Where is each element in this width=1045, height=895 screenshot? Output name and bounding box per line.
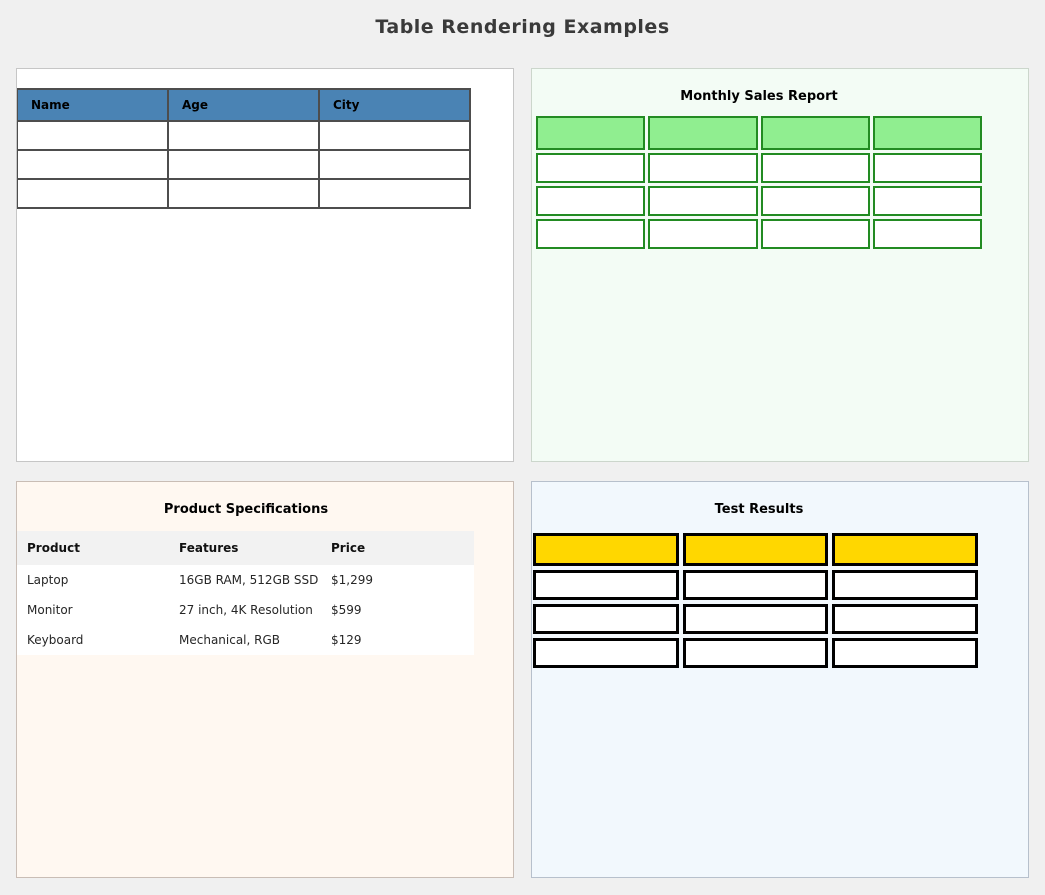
table-cell [832, 604, 978, 634]
table-row: Keyboard Mechanical, RGB $129 [16, 625, 474, 655]
table-cell [761, 219, 870, 249]
table-cell [683, 570, 829, 600]
sales-report-title: Monthly Sales Report [533, 89, 985, 104]
column-header-age: Age [168, 89, 319, 121]
column-header-price: Price [320, 531, 474, 565]
product-features-cell: 16GB RAM, 512GB SSD [168, 565, 320, 595]
panel-test-results: Test Results [531, 481, 1029, 878]
header-cell [832, 533, 978, 566]
table-row [536, 219, 982, 249]
product-name-cell: Keyboard [16, 625, 168, 655]
table-cell [832, 638, 978, 668]
basic-table: Name Age City [16, 88, 471, 209]
table-cell [683, 604, 829, 634]
table-cell [536, 219, 645, 249]
product-name-cell: Laptop [16, 565, 168, 595]
table-header-row: Name Age City [17, 89, 470, 121]
column-header-features: Features [168, 531, 320, 565]
table-header-row [533, 533, 978, 566]
table-cell [832, 570, 978, 600]
table-cell [533, 604, 679, 634]
table-row [533, 570, 978, 600]
table-cell [761, 153, 870, 183]
table-row [536, 153, 982, 183]
panel-monthly-sales-report: Monthly Sales Report [531, 68, 1029, 462]
table-cell [319, 121, 470, 150]
table-cell [168, 121, 319, 150]
table-row [17, 150, 470, 179]
table-cell [533, 570, 679, 600]
table-cell [873, 186, 982, 216]
product-price-cell: $599 [320, 595, 474, 625]
table-row: Monitor 27 inch, 4K Resolution $599 [16, 595, 474, 625]
table-cell [168, 150, 319, 179]
table-cell [648, 153, 757, 183]
table-header-row [536, 116, 982, 150]
column-header-city: City [319, 89, 470, 121]
table-cell [761, 186, 870, 216]
table-row [533, 638, 978, 668]
panel-basic-table: Name Age City [16, 68, 514, 462]
column-header-name: Name [17, 89, 168, 121]
figure-canvas: { "page": { "title": "Table Rendering Ex… [0, 0, 1045, 895]
header-cell [761, 116, 870, 150]
table-cell [17, 150, 168, 179]
table-cell [683, 638, 829, 668]
product-specifications-table: Product Features Price Laptop 16GB RAM, … [16, 531, 474, 655]
table-cell [873, 153, 982, 183]
table-row [533, 604, 978, 634]
panel-product-specifications: Product Specifications Product Features … [16, 481, 514, 878]
product-price-cell: $1,299 [320, 565, 474, 595]
header-cell [648, 116, 757, 150]
product-specifications-title: Product Specifications [17, 502, 475, 517]
page-title: Table Rendering Examples [0, 16, 1045, 38]
table-row [17, 121, 470, 150]
table-cell [648, 219, 757, 249]
test-results-table [531, 529, 982, 672]
product-price-cell: $129 [320, 625, 474, 655]
table-row: Laptop 16GB RAM, 512GB SSD $1,299 [16, 565, 474, 595]
monthly-sales-table [533, 113, 985, 252]
column-header-product: Product [16, 531, 168, 565]
table-cell [873, 219, 982, 249]
table-header-row: Product Features Price [16, 531, 474, 565]
header-cell [873, 116, 982, 150]
table-cell [536, 186, 645, 216]
header-cell [533, 533, 679, 566]
product-features-cell: Mechanical, RGB [168, 625, 320, 655]
header-cell [683, 533, 829, 566]
table-cell [648, 186, 757, 216]
product-name-cell: Monitor [16, 595, 168, 625]
header-cell [536, 116, 645, 150]
table-cell [168, 179, 319, 208]
table-cell [319, 150, 470, 179]
table-row [17, 179, 470, 208]
table-cell [17, 121, 168, 150]
table-cell [536, 153, 645, 183]
table-row [536, 186, 982, 216]
table-cell [17, 179, 168, 208]
product-features-cell: 27 inch, 4K Resolution [168, 595, 320, 625]
table-cell [319, 179, 470, 208]
test-results-title: Test Results [533, 502, 985, 517]
table-cell [533, 638, 679, 668]
